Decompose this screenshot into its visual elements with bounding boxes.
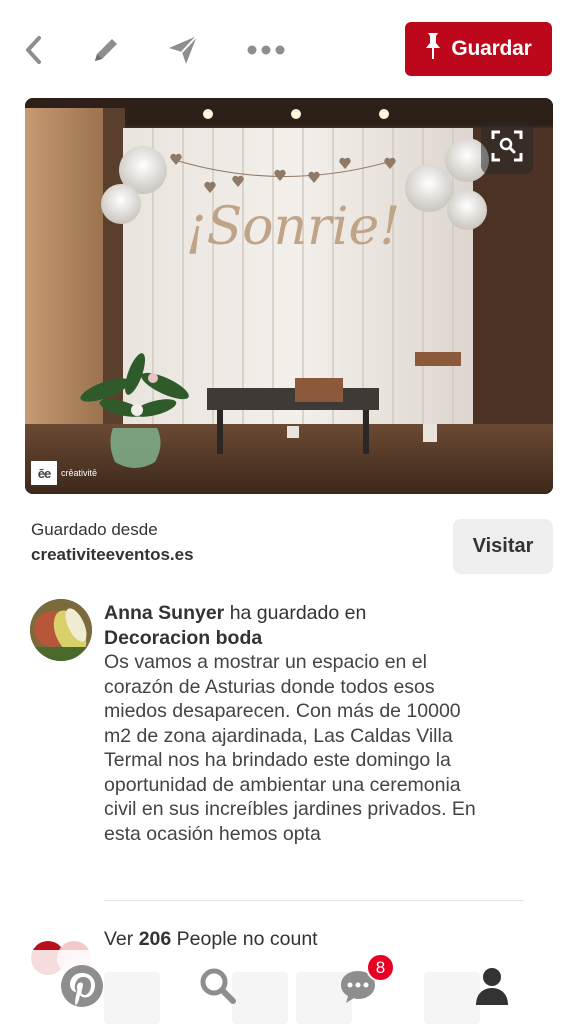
divider xyxy=(104,900,524,901)
source-info: Guardado desde creativiteeventos.es xyxy=(31,520,194,565)
visit-button[interactable]: Visitar xyxy=(453,519,553,574)
top-toolbar: Guardar xyxy=(0,0,576,98)
pin-icon xyxy=(425,31,441,67)
back-icon[interactable] xyxy=(14,30,54,70)
people-count-row[interactable]: Ver 206 People no count xyxy=(104,928,318,951)
save-button[interactable]: Guardar xyxy=(405,22,552,76)
saver-info: Anna Sunyer ha guardado en Decoracion bo… xyxy=(104,601,476,846)
saver-action: ha guardado en xyxy=(224,602,367,624)
ghost-thumbnail xyxy=(104,972,160,1024)
messages-badge: 8 xyxy=(366,953,395,982)
pin-photo: ¡Sonrie! xyxy=(25,98,553,494)
source-domain[interactable]: creativiteeventos.es xyxy=(31,545,194,565)
watermark: ēe crēativitē xyxy=(31,460,97,486)
sign-text: ¡Sonrie! xyxy=(186,197,400,257)
people-count: 206 xyxy=(138,928,172,950)
nav-home[interactable] xyxy=(58,964,106,1012)
edit-icon[interactable] xyxy=(86,30,126,70)
avatar[interactable] xyxy=(30,599,92,661)
search-icon xyxy=(198,966,238,1011)
watermark-logo: ēe xyxy=(31,461,57,485)
send-icon[interactable] xyxy=(163,30,203,70)
board-name[interactable]: Decoracion boda xyxy=(104,626,476,651)
bottom-nav xyxy=(0,950,576,1024)
source-label: Guardado desde xyxy=(31,520,158,539)
watermark-text: crēativitē xyxy=(61,468,98,478)
saver-name[interactable]: Anna Sunyer xyxy=(104,602,224,624)
nav-profile[interactable] xyxy=(468,964,516,1012)
people-suffix: People no count xyxy=(171,928,318,950)
nav-search[interactable] xyxy=(194,964,242,1012)
visual-search-button[interactable] xyxy=(481,122,533,174)
home-icon xyxy=(60,964,104,1013)
people-prefix: Ver xyxy=(104,928,139,950)
profile-icon xyxy=(472,965,512,1012)
visual-search-icon xyxy=(490,129,524,168)
pin-image[interactable]: ¡Sonrie! ēe crēativitē xyxy=(25,98,553,494)
save-button-label: Guardar xyxy=(451,37,532,60)
more-icon[interactable] xyxy=(246,30,286,70)
pin-description: Os vamos a mostrar un espacio en el cora… xyxy=(104,651,476,845)
